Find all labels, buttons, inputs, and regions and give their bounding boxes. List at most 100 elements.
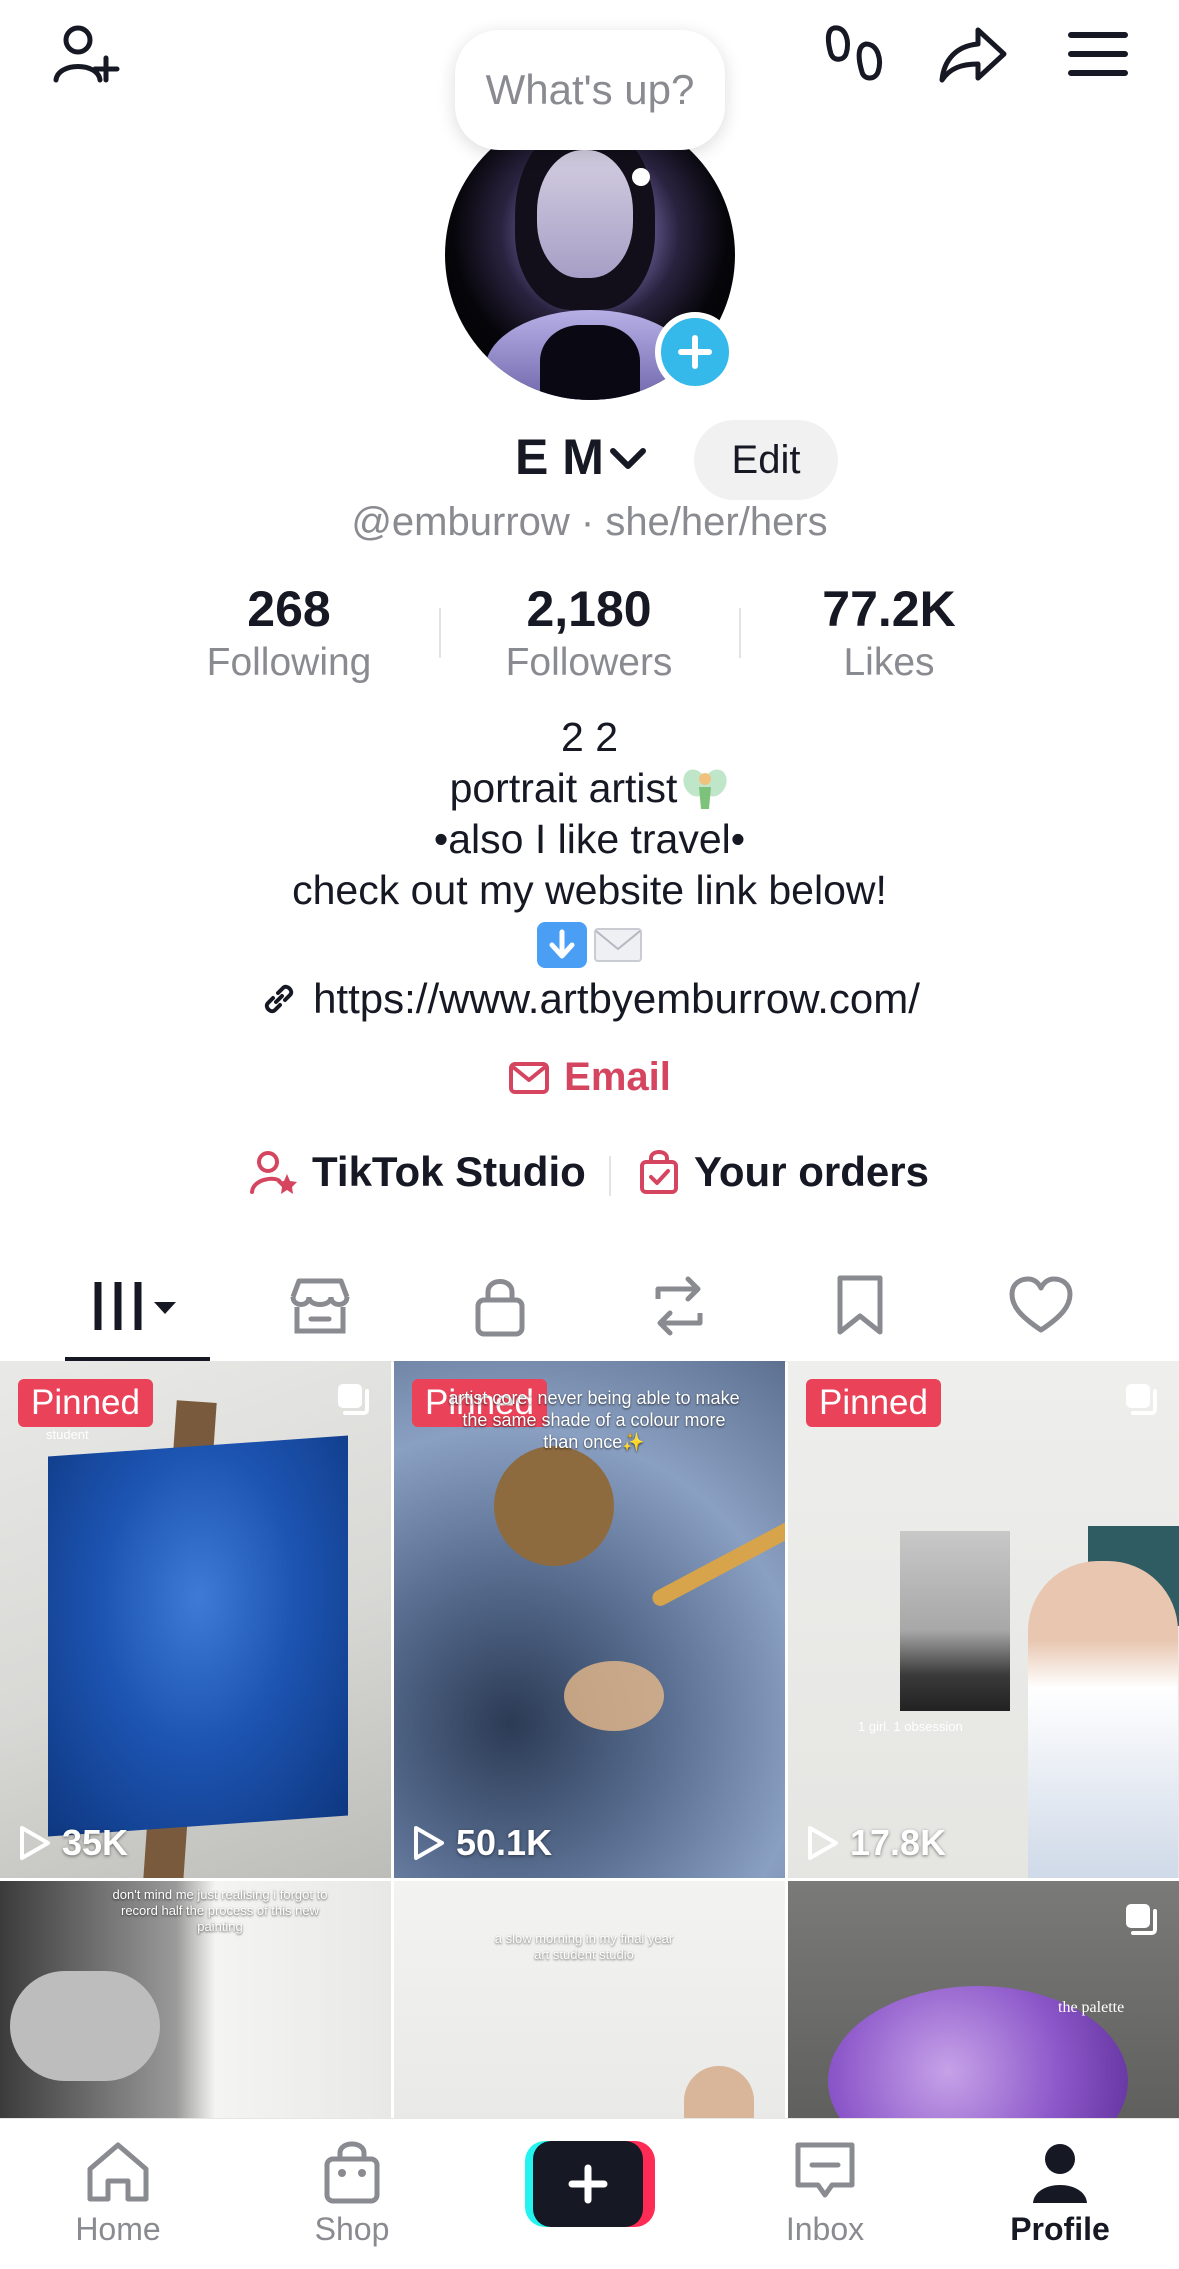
- bio-line: check out my website link below!: [292, 867, 887, 913]
- nav-home[interactable]: Home: [43, 2139, 193, 2248]
- tab-favorites[interactable]: [785, 1250, 935, 1362]
- display-name[interactable]: E M: [515, 428, 604, 486]
- video-caption: a slow morning in my final year art stud…: [494, 1931, 674, 1962]
- bio-line: •also I like travel•: [433, 816, 746, 862]
- status-bubble-text: What's up?: [485, 66, 695, 113]
- email-button[interactable]: Email: [0, 1055, 1179, 1100]
- nav-shop[interactable]: Shop: [277, 2139, 427, 2248]
- thumb-small-painting: [900, 1531, 1010, 1711]
- bio-line: portrait artist: [449, 765, 678, 811]
- pinned-badge: Pinned: [806, 1379, 941, 1427]
- thumb-hand: [10, 1971, 160, 2081]
- video-caption: the palette: [1058, 1999, 1125, 2016]
- name-row: E M Edit: [0, 420, 1179, 500]
- your-orders-button[interactable]: Your orders: [638, 1148, 929, 1196]
- add-story-button[interactable]: [655, 312, 735, 392]
- edit-profile-button[interactable]: Edit: [694, 420, 838, 500]
- tab-private[interactable]: [425, 1250, 575, 1362]
- videos-grid-icon: [94, 1282, 176, 1330]
- bottom-nav: Home Shop Inbox Profile: [0, 2118, 1179, 2269]
- video-thumbnail[interactable]: Pinned student 35K: [0, 1361, 391, 1878]
- video-caption: student: [46, 1427, 89, 1442]
- play-icon: [20, 1826, 50, 1860]
- website-link[interactable]: https://www.artbyemburrow.com/: [0, 975, 1179, 1023]
- add-friend-icon[interactable]: [44, 20, 124, 90]
- nav-shop-label: Shop: [314, 2211, 390, 2247]
- view-count: 35K: [16, 1822, 128, 1864]
- tab-reposts[interactable]: [604, 1250, 754, 1362]
- status-bubble-tail: [632, 168, 650, 186]
- stats-row: 268 Following 2,180 Followers 77.2K Like…: [0, 580, 1179, 690]
- stat-label: Followers: [505, 641, 673, 684]
- video-caption: 1 girl. 1 obsession: [858, 1719, 963, 1734]
- thumb-person-head: [684, 2066, 754, 2118]
- tab-shop[interactable]: [245, 1250, 395, 1362]
- stat-divider: [439, 608, 441, 658]
- shopping-bag-icon: [640, 1150, 678, 1194]
- tab-videos[interactable]: [63, 1250, 213, 1362]
- bio-line: 2 2: [561, 714, 618, 760]
- quick-actions: TikTok Studio Your orders: [0, 1140, 1179, 1210]
- multi-post-icon: [335, 1381, 371, 1417]
- multi-post-icon: [1123, 1901, 1159, 1937]
- stat-followers[interactable]: 2,180 Followers: [459, 580, 719, 688]
- multi-post-icon: [1123, 1381, 1159, 1417]
- shopping-bag-icon: [324, 2141, 380, 2204]
- bookmark-icon: [837, 1275, 883, 1335]
- stat-value: 268: [247, 581, 331, 637]
- view-count-value: 17.8K: [850, 1822, 947, 1863]
- plus-icon: [568, 2164, 608, 2204]
- mail-icon: [509, 1061, 550, 1094]
- nav-inbox[interactable]: Inbox: [750, 2139, 900, 2248]
- stat-label: Following: [206, 641, 372, 684]
- nav-inbox-label: Inbox: [785, 2211, 865, 2247]
- video-thumbnail[interactable]: a slow morning in my final year art stud…: [394, 1881, 785, 2118]
- avatar-face: [537, 150, 633, 278]
- website-url: https://www.artbyemburrow.com/: [313, 975, 920, 1022]
- status-bubble[interactable]: What's up?: [455, 30, 725, 150]
- bio-line-with-emoji: portrait artist: [0, 763, 1179, 814]
- inbox-message-icon: [795, 2142, 855, 2198]
- pinned-badge: Pinned: [18, 1379, 153, 1427]
- nav-profile-label: Profile: [1010, 2211, 1110, 2247]
- stat-following[interactable]: 268 Following: [159, 580, 419, 688]
- menu-icon[interactable]: [1060, 22, 1136, 86]
- quick-divider: [609, 1156, 611, 1196]
- username-pronouns: @emburrow · she/her/hers: [351, 500, 828, 544]
- video-thumbnail[interactable]: the palette: [788, 1881, 1179, 2118]
- view-count-value: 50.1K: [456, 1822, 553, 1863]
- view-count: 17.8K: [804, 1822, 946, 1864]
- stat-divider: [739, 608, 741, 658]
- heart-icon: [1009, 1276, 1073, 1333]
- video-thumbnail[interactable]: don't mind me just realising i forgot to…: [0, 1881, 391, 2118]
- nav-home-label: Home: [75, 2211, 161, 2247]
- tab-liked[interactable]: [966, 1250, 1116, 1362]
- view-count-value: 35K: [62, 1822, 129, 1863]
- nav-profile[interactable]: Profile: [985, 2139, 1135, 2248]
- storefront-icon: [290, 1278, 350, 1334]
- plus-icon: [678, 335, 712, 369]
- envelope-emoji-icon: [593, 922, 643, 968]
- chevron-down-icon[interactable]: [608, 446, 648, 477]
- stat-label: Likes: [843, 641, 935, 684]
- fairy-emoji-icon: [683, 768, 728, 809]
- share-icon[interactable]: [936, 18, 1012, 90]
- video-caption: artist core: never being able to make th…: [448, 1388, 740, 1452]
- arrow-down-emoji-icon: [536, 922, 587, 968]
- tiktok-studio-button[interactable]: TikTok Studio: [250, 1148, 586, 1196]
- your-orders-label: Your orders: [694, 1148, 929, 1195]
- repost-icon: [655, 1276, 703, 1336]
- thumb-paint-blob: [494, 1446, 614, 1566]
- video-grid: Pinned student 35K Pinned artist core: n…: [0, 1361, 1179, 2118]
- create-button-face: [533, 2141, 643, 2227]
- video-caption: don't mind me just realising i forgot to…: [112, 1887, 328, 1934]
- stat-likes[interactable]: 77.2K Likes: [759, 580, 1019, 688]
- create-button[interactable]: [525, 2141, 655, 2227]
- lock-icon: [475, 1279, 525, 1337]
- video-thumbnail[interactable]: Pinned 1 girl. 1 obsession 17.8K: [788, 1361, 1179, 1878]
- tiktok-studio-label: TikTok Studio: [312, 1148, 586, 1195]
- video-thumbnail[interactable]: Pinned artist core: never being able to …: [394, 1361, 785, 1878]
- bio-emoji-row: [0, 922, 1179, 968]
- thumb-canvas-painting: [48, 1435, 348, 1837]
- footprints-icon[interactable]: [818, 18, 890, 90]
